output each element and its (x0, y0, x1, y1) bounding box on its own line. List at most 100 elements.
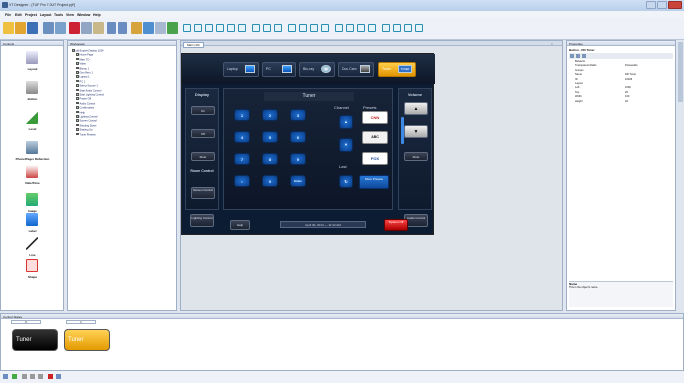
space-horizontal-icon[interactable] (288, 24, 296, 32)
source-pc[interactable]: PC (262, 62, 296, 77)
tree-item[interactable]: Start Audio Control (76, 88, 101, 92)
side-dock-tab[interactable] (678, 42, 683, 102)
state-tab-1[interactable]: 1 (66, 320, 96, 324)
state-thumb-0[interactable]: Tuner (12, 329, 58, 351)
lighting-control-button[interactable]: Lighting Control (190, 214, 214, 227)
tree-item[interactable]: Confirmation (76, 106, 94, 110)
control-button[interactable]: Button (1, 77, 64, 107)
property-row[interactable]: Top 20 (569, 91, 673, 95)
tree-item[interactable]: PC 1 (76, 79, 85, 83)
key-dot[interactable]: • (234, 175, 250, 187)
menu-window[interactable]: Window (77, 13, 90, 17)
tree-item[interactable]: Shutting Down (76, 123, 96, 127)
print-icon[interactable] (55, 22, 66, 34)
display-off-button[interactable]: Off (191, 129, 215, 138)
align-left-icon[interactable] (183, 24, 191, 32)
volume-down-button[interactable]: ▼ (404, 125, 428, 138)
align-right-icon[interactable] (205, 24, 213, 32)
control-shape[interactable]: Shape (1, 255, 64, 285)
property-value[interactable]: 10023 (625, 78, 632, 81)
ungroup-icon[interactable] (368, 24, 376, 32)
menu-tools[interactable]: Tools (54, 13, 63, 17)
make-same-width-icon[interactable] (252, 24, 260, 32)
tree-item[interactable]: Video (76, 62, 86, 66)
property-row[interactable]: Transparent Radio PressedAs (569, 64, 673, 68)
redo-icon[interactable] (118, 22, 127, 34)
nav-prev-icon[interactable] (30, 374, 35, 379)
make-same-height-icon[interactable] (263, 24, 271, 32)
system-off-button[interactable]: System Off (384, 219, 408, 231)
key-1[interactable]: 1 (234, 109, 250, 121)
display-on-button[interactable]: On (191, 106, 215, 115)
key-7[interactable]: 7 (234, 153, 250, 165)
open-icon[interactable] (15, 22, 26, 34)
print-preview-icon[interactable] (43, 22, 54, 34)
key-4[interactable]: 4 (234, 131, 250, 143)
categorized-icon[interactable] (570, 54, 574, 58)
menu-file[interactable]: File (5, 13, 11, 17)
space-vertical-icon[interactable] (299, 24, 307, 32)
simulator-icon[interactable] (131, 22, 142, 34)
key-3[interactable]: 3 (290, 109, 306, 121)
volume-mute-button[interactable]: Mute (404, 152, 428, 161)
align-bottom-icon[interactable] (238, 24, 246, 32)
property-row[interactable]: ID 10023 (569, 78, 673, 82)
property-value[interactable]: 1000 (625, 86, 631, 89)
undo-icon[interactable] (107, 22, 116, 34)
tree-item[interactable]: old Engine Display 1024 (72, 49, 103, 53)
compile-icon[interactable] (155, 22, 166, 34)
align-middle-icon[interactable] (227, 24, 235, 32)
key-8[interactable]: 8 (262, 153, 278, 165)
center-vertical-icon[interactable] (321, 24, 329, 32)
tree-item[interactable]: Laptop 1 (76, 75, 90, 79)
close-tab-icon[interactable]: × (551, 42, 553, 46)
maximize-button[interactable] (657, 1, 667, 9)
control-layout[interactable]: Layout (1, 47, 64, 77)
tree-item[interactable]: Screen Control (76, 119, 97, 123)
state-tab-0[interactable]: 0 (11, 320, 41, 324)
key-6[interactable]: 6 (290, 131, 306, 143)
more-presets-button[interactable]: More Presets (359, 175, 389, 189)
channel-up-button[interactable]: ▲ (339, 115, 353, 129)
property-value[interactable]: 100 (625, 95, 629, 98)
property-row[interactable]: Width 100 (569, 95, 673, 99)
menu-help[interactable]: Help (93, 13, 101, 17)
save-icon[interactable] (27, 22, 38, 34)
tree-item[interactable]: Start Lighting Control (76, 93, 104, 97)
minimize-button[interactable] (646, 1, 656, 9)
tree-item[interactable]: Starting Up (76, 128, 92, 132)
channel-down-button[interactable]: ▼ (339, 138, 353, 152)
tree-item[interactable]: Main TO (76, 57, 89, 61)
key-0[interactable]: 0 (262, 175, 278, 187)
property-row[interactable]: Name DD Tuner (569, 73, 673, 77)
help-button[interactable]: Help (230, 220, 250, 230)
snap-icon[interactable] (393, 24, 401, 32)
source-bluray[interactable]: Blu-ray (299, 62, 335, 77)
tree-item[interactable]: Gen Rem 1 (76, 71, 93, 75)
preset-fox-button[interactable]: FOX (362, 152, 388, 165)
tab-main[interactable]: Main (16) (183, 41, 204, 48)
source-tuner[interactable]: Tuner TUNER (378, 62, 416, 77)
menu-project[interactable]: Project (25, 13, 37, 17)
state-thumb-1[interactable]: Tuner (64, 329, 110, 351)
close-button[interactable] (668, 1, 682, 9)
refresh-icon[interactable] (3, 374, 8, 379)
center-horizontal-icon[interactable] (310, 24, 318, 32)
paste-icon[interactable] (93, 22, 104, 34)
property-value[interactable]: DD Tuner (625, 73, 636, 76)
cut-icon[interactable] (69, 22, 80, 34)
alphabetical-icon[interactable] (576, 54, 580, 58)
copy-icon[interactable] (81, 22, 92, 34)
new-icon[interactable] (3, 22, 14, 34)
events-icon[interactable] (582, 54, 586, 58)
zoom-icon[interactable] (404, 24, 412, 32)
last-channel-button[interactable]: ↻ (339, 175, 353, 188)
key-9[interactable]: 9 (290, 153, 306, 165)
property-value[interactable]: 20 (625, 91, 628, 94)
display-mute-button[interactable]: Mute (191, 152, 215, 161)
volume-up-button[interactable]: ▲ (404, 102, 428, 115)
key-5[interactable]: 5 (262, 131, 278, 143)
tree-item[interactable]: Audio Control (76, 101, 95, 105)
build-icon[interactable] (143, 22, 154, 34)
screen-control-button[interactable]: Screen Control (191, 187, 215, 199)
